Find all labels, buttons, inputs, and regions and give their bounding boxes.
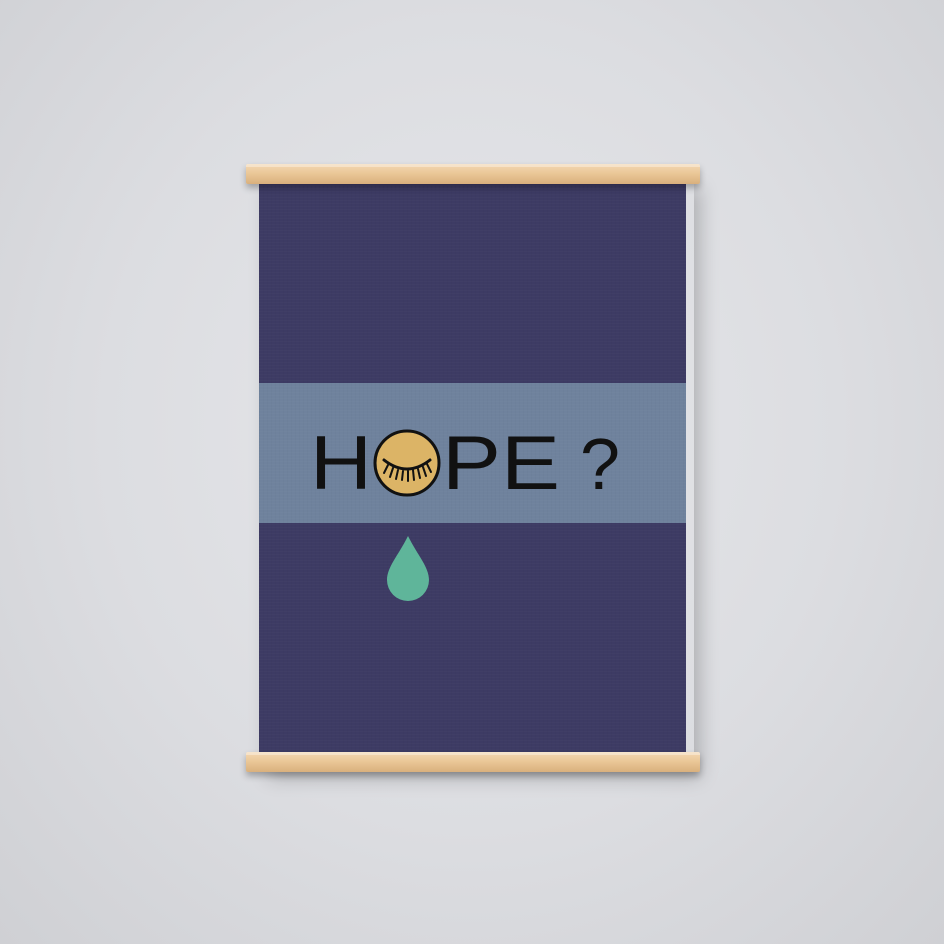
teardrop-icon xyxy=(387,536,429,601)
scene: H PE ? xyxy=(0,0,944,944)
title-question-mark: ? xyxy=(580,425,620,505)
title-letter-h: H xyxy=(310,421,372,506)
title-letters-pe: PE xyxy=(442,421,560,506)
closed-eye-icon xyxy=(373,429,441,497)
poster-artwork: H PE ? xyxy=(310,421,620,601)
